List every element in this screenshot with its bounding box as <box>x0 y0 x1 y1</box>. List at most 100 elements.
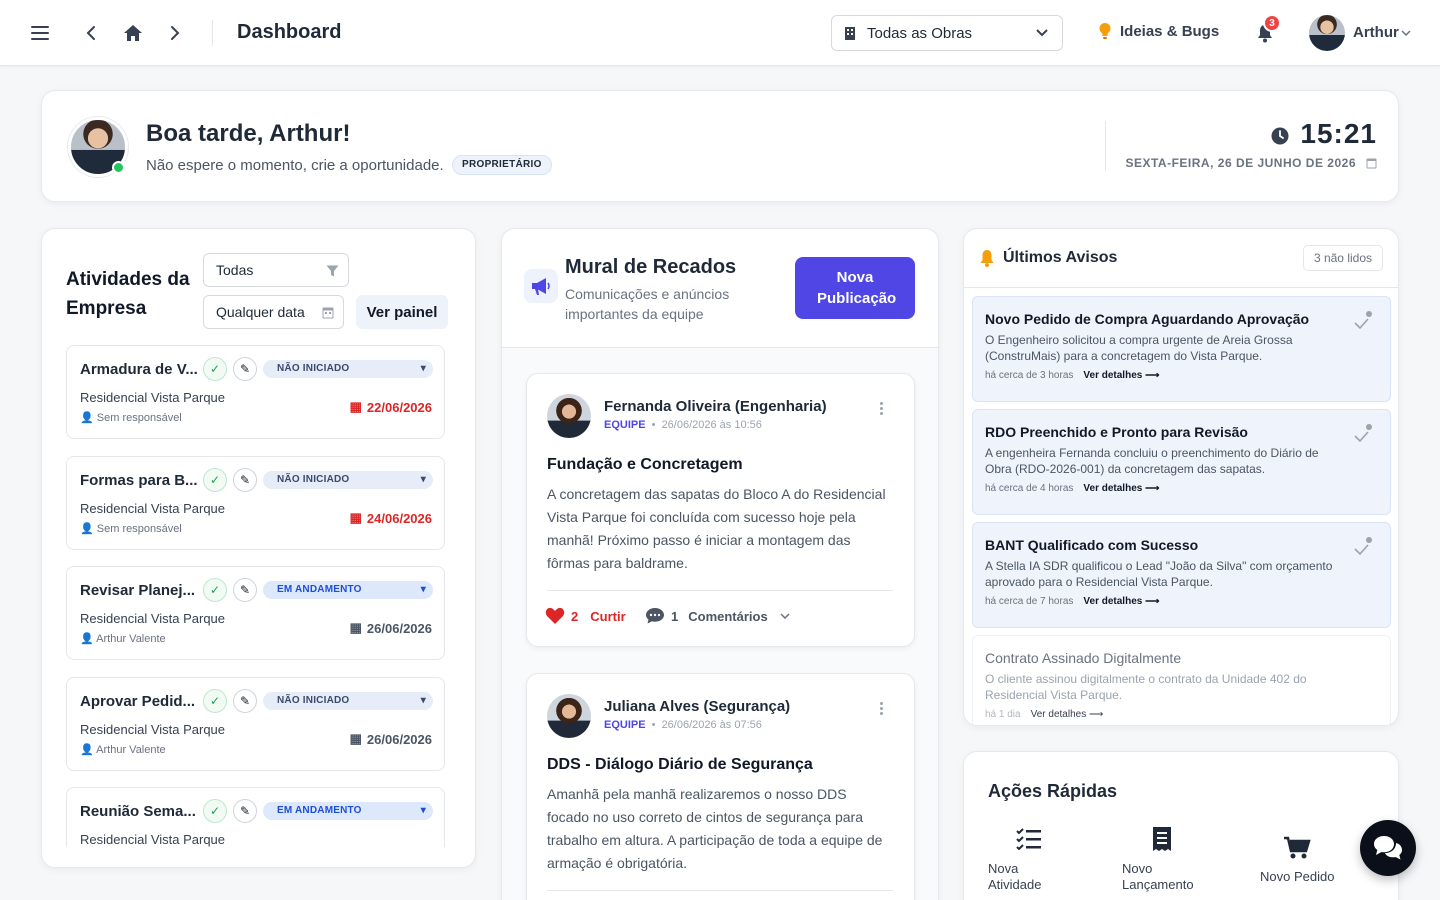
edit-task-button[interactable]: ✎ <box>233 357 257 381</box>
notice-details-link[interactable]: Ver detalhes ⟶ <box>1083 483 1159 494</box>
check-icon: ✓ <box>209 583 221 597</box>
task-project: Residencial Vista Parque <box>80 722 226 737</box>
post-datetime: 26/06/2026 às 10:56 <box>661 419 762 431</box>
activity-filter-value: Todas <box>216 262 254 278</box>
page-title: Dashboard <box>237 21 342 43</box>
task-status-value: EM ANDAMENTO <box>277 584 362 595</box>
task-title: Revisar Planej... <box>80 582 196 599</box>
task-card[interactable]: Armadura de V... ✓ ✎ NÃO INICIADO ▾ Resid… <box>66 345 445 439</box>
task-project: Residencial Vista Parque <box>80 390 226 405</box>
new-post-button[interactable]: Nova Publicação <box>795 257 915 319</box>
task-status-select[interactable]: NÃO INICIADO ▾ <box>263 471 433 489</box>
comments-button[interactable]: 1 Comentários <box>645 607 790 625</box>
task-responsible: Sem responsável <box>96 523 182 535</box>
clock-time: 15:21 <box>1300 118 1377 149</box>
chevron-down-icon <box>780 613 790 619</box>
activity-filter-select[interactable]: Todas <box>203 253 349 287</box>
quick-action-label: Novo Pedido <box>1260 869 1335 884</box>
like-button[interactable]: 2 Curtir <box>545 607 626 625</box>
back-icon[interactable] <box>78 20 104 46</box>
edit-task-button[interactable]: ✎ <box>233 799 257 823</box>
post-menu-icon[interactable] <box>872 698 890 718</box>
comment-icon <box>646 608 664 624</box>
heart-icon <box>545 607 565 624</box>
notice-details-link[interactable]: Ver detalhes ⟶ <box>1083 370 1159 381</box>
post-card: Fernanda Oliveira (Engenharia) EQUIPE • … <box>526 373 915 647</box>
complete-task-button[interactable]: ✓ <box>203 689 227 713</box>
notice-item[interactable]: RDO Preenchido e Pronto para Revisão A e… <box>972 409 1391 515</box>
divider <box>964 287 1398 288</box>
checklist-icon <box>1016 828 1041 850</box>
task-card[interactable]: Reunião Sema... ✓ ✎ EM ANDAMENTO ▾ Reside… <box>66 787 445 847</box>
unread-count: 3 não lidos <box>1302 245 1383 271</box>
receipt-icon <box>1153 827 1171 851</box>
view-panel-button[interactable]: Ver painel <box>356 295 448 329</box>
cart-icon <box>1284 836 1311 859</box>
user-name[interactable]: Arthur <box>1353 24 1399 41</box>
calendar-icon <box>322 307 334 319</box>
task-card[interactable]: Revisar Planej... ✓ ✎ EM ANDAMENTO ▾ Resi… <box>66 566 445 660</box>
edit-task-button[interactable]: ✎ <box>233 468 257 492</box>
calendar-icon <box>1366 158 1377 169</box>
forward-icon[interactable] <box>162 20 188 46</box>
chat-button[interactable] <box>1360 820 1416 876</box>
task-status-value: EM ANDAMENTO <box>277 805 362 816</box>
quick-action-new-activity[interactable]: Nova Atividade <box>988 828 1078 898</box>
notice-item[interactable]: Contrato Assinado Digitalmente O cliente… <box>972 635 1391 725</box>
check-icon: ✓ <box>209 804 221 818</box>
quick-action-new-order[interactable]: Novo Pedido <box>1254 836 1344 886</box>
current-date: SEXTA-FEIRA, 26 DE JUNHO DE 2026 <box>1125 156 1356 170</box>
complete-task-button[interactable]: ✓ <box>203 468 227 492</box>
menu-icon[interactable] <box>28 20 54 46</box>
edit-task-button[interactable]: ✎ <box>233 689 257 713</box>
notice-details-link[interactable]: Ver detalhes ⟶ <box>1031 709 1104 720</box>
task-status-select[interactable]: EM ANDAMENTO ▾ <box>263 802 433 820</box>
author-avatar <box>547 694 591 738</box>
post-menu-icon[interactable] <box>872 398 890 418</box>
mark-read-icon[interactable] <box>1352 537 1374 559</box>
task-status-select[interactable]: NÃO INICIADO ▾ <box>263 692 433 710</box>
task-status-select[interactable]: NÃO INICIADO ▾ <box>263 360 433 378</box>
chevron-down-icon: ▾ <box>420 584 426 595</box>
notices-title: Últimos Avisos <box>1003 249 1118 266</box>
activities-card: Atividades da Empresa Todas Qualquer dat… <box>41 228 476 868</box>
post-title: DDS - Diálogo Diário de Segurança <box>547 756 813 773</box>
quick-action-new-entry[interactable]: Novo Lançamento <box>1122 826 1212 898</box>
task-card[interactable]: Formas para B... ✓ ✎ NÃO INICIADO ▾ Resid… <box>66 456 445 550</box>
mark-read-icon[interactable] <box>1352 424 1374 446</box>
chevron-down-icon: ▾ <box>420 805 426 816</box>
user-icon: 👤 <box>80 633 94 645</box>
check-icon: ✓ <box>209 473 221 487</box>
notice-item[interactable]: BANT Qualificado com Sucesso A Stella IA… <box>972 522 1391 628</box>
bell-icon <box>980 250 994 267</box>
user-avatar[interactable] <box>1309 15 1345 51</box>
notice-item[interactable]: Novo Pedido de Compra Aguardando Aprovaç… <box>972 296 1391 402</box>
calendar-icon: ▦ <box>349 399 362 414</box>
task-card[interactable]: Aprovar Pedid... ✓ ✎ NÃO INICIADO ▾ Resid… <box>66 677 445 771</box>
complete-task-button[interactable]: ✓ <box>203 578 227 602</box>
ideias-button[interactable]: Ideias & Bugs <box>1098 22 1219 40</box>
complete-task-button[interactable]: ✓ <box>203 799 227 823</box>
complete-task-button[interactable]: ✓ <box>203 357 227 381</box>
author-avatar <box>547 394 591 438</box>
task-title: Formas para B... <box>80 472 198 489</box>
chevron-down-icon[interactable] <box>1401 30 1411 36</box>
notice-body: O Engenheiro solicitou a compra urgente … <box>985 333 1293 363</box>
notification-badge: 3 <box>1263 14 1281 32</box>
edit-task-button[interactable]: ✎ <box>233 578 257 602</box>
mark-read-icon[interactable] <box>1352 311 1374 333</box>
notice-details-link[interactable]: Ver detalhes ⟶ <box>1083 596 1159 607</box>
obra-select[interactable]: Todas as Obras <box>831 15 1063 51</box>
task-responsible: Arthur Valente <box>96 633 166 645</box>
notice-time: há cerca de 4 horas <box>985 483 1074 494</box>
divider <box>1105 121 1106 171</box>
post-body: A concretagem das sapatas do Bloco A do … <box>547 486 886 571</box>
pencil-icon: ✎ <box>239 362 251 376</box>
task-responsible: Sem responsável <box>96 412 182 424</box>
task-status-value: NÃO INICIADO <box>277 474 350 485</box>
lightbulb-icon <box>1099 23 1111 39</box>
mural-card: Mural de Recados Comunicações e anúncios… <box>501 228 939 900</box>
date-filter-input[interactable]: Qualquer data <box>203 295 344 329</box>
home-icon[interactable] <box>120 20 146 46</box>
task-status-select[interactable]: EM ANDAMENTO ▾ <box>263 581 433 599</box>
